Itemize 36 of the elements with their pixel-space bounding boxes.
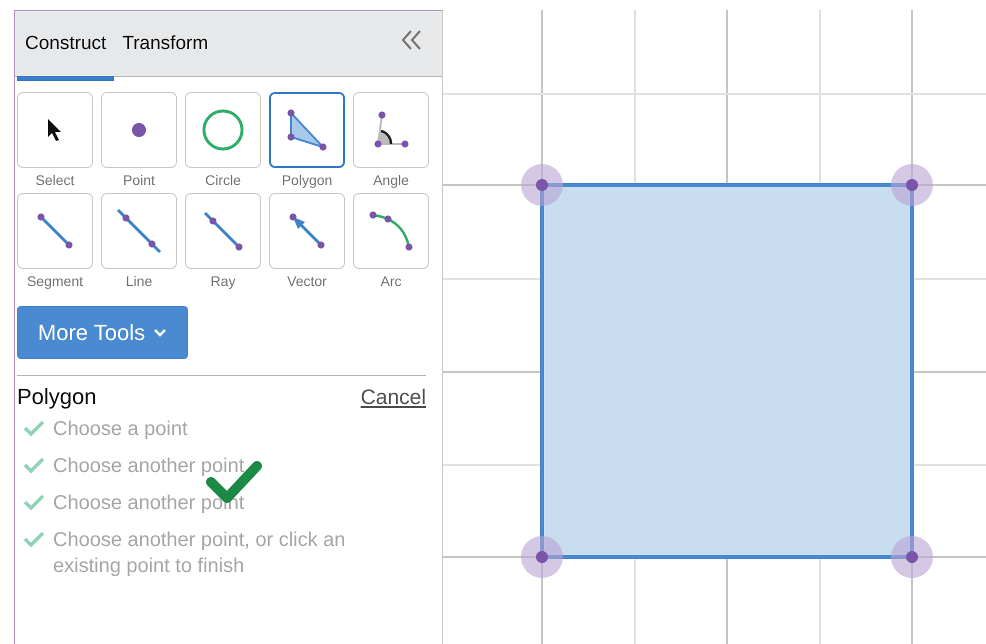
circle-icon [201,108,245,152]
ray-icon [203,211,243,251]
square[interactable] [540,183,914,559]
tool-label: Line [126,272,152,290]
arc-icon [369,211,413,251]
step-text: Choose another point [53,454,246,479]
tool-label: Point [123,171,155,189]
collapse-icon[interactable] [400,28,424,52]
tool-label: Circle [205,171,241,189]
tool-label: Ray [210,272,236,290]
vertex-point[interactable] [891,536,933,578]
instructions-title: Polygon [17,384,97,410]
tool-label: Select [36,171,74,189]
vector-icon [289,213,325,249]
tool-label: Segment [26,272,84,290]
tab[interactable]: Construct [17,11,114,81]
vertex-point[interactable] [521,164,563,206]
tab[interactable]: Transform [114,11,216,81]
tool-label: Angle [373,171,409,189]
line-icon [116,208,162,254]
vertex-point[interactable] [521,536,563,578]
tool-button[interactable] [17,92,93,168]
tool-label: Polygon [282,171,332,189]
triangle-icon [285,109,329,151]
tool-label: Arc [380,272,402,290]
point-icon [131,122,147,138]
tool-label: Vector [287,272,327,290]
segment-icon [37,213,73,249]
step-text: Choose a point [53,417,189,442]
step-text: Choose another point, or click an existing point to finish [53,528,346,579]
vertex-point[interactable] [891,164,933,206]
cursor-icon [46,117,64,143]
cancel-link[interactable]: Cancel [360,386,426,410]
chevron-down-icon [153,328,168,338]
more-tools-button[interactable]: More Tools [17,306,188,359]
angle-icon [372,111,410,149]
